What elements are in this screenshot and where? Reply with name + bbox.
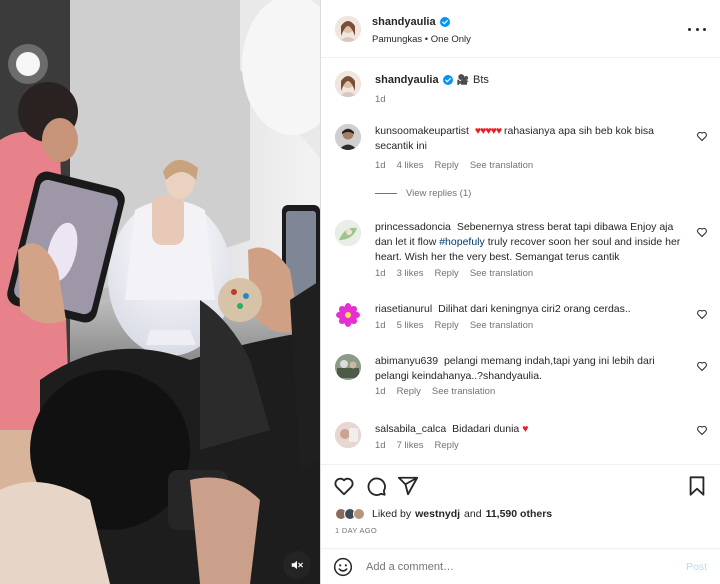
avatar[interactable] (335, 220, 361, 246)
caption-username[interactable]: shandyaulia (375, 74, 439, 86)
comment-meta: 1d 3 likes Reply See translation (375, 268, 533, 279)
comment-text: kunsoomakeupartist ♥♥♥♥♥ rahasianya apa … (375, 124, 687, 154)
caption-text: shandyaulia 🎥 Bts (375, 74, 489, 86)
comment-body: Dilihat dari keningnya ciri2 orang cerda… (438, 303, 631, 315)
heart-icon[interactable] (333, 475, 355, 497)
see-translation-link[interactable]: See translation (470, 268, 533, 279)
see-translation-link[interactable]: See translation (470, 160, 533, 171)
reply-button[interactable]: Reply (435, 160, 459, 171)
comment-username[interactable]: abimanyu639 (375, 355, 438, 367)
post-header: shandyaulia Pamungkas • One Only (321, 0, 720, 58)
more-options-icon[interactable] (688, 22, 706, 36)
view-replies-button[interactable]: View replies (1) (375, 188, 471, 199)
comment-likes[interactable]: 4 likes (397, 160, 424, 171)
comment-input[interactable] (366, 558, 666, 576)
camera-emoji-icon: 🎥 (456, 74, 470, 86)
reply-button[interactable]: Reply (435, 320, 459, 331)
avatar[interactable] (335, 124, 361, 150)
comment-meta: 1d 7 likes Reply (375, 440, 459, 451)
hearts-emoji: ♥♥♥♥♥ (474, 125, 502, 137)
audio-track[interactable]: Pamungkas • One Only (372, 34, 471, 45)
comment-likes[interactable]: 5 likes (397, 320, 424, 331)
post-actions: Liked by westnydj and 11,590 others 1 DA… (321, 464, 720, 584)
see-translation-link[interactable]: See translation (432, 386, 495, 397)
comment-time[interactable]: 1d (375, 160, 386, 171)
avatar[interactable] (335, 354, 361, 380)
comment-meta: 1d Reply See translation (375, 386, 495, 397)
comment-username[interactable]: riasetianurul (375, 303, 432, 315)
post-media[interactable] (0, 0, 321, 584)
caption-time[interactable]: 1d (375, 94, 386, 105)
comment-likes[interactable]: 3 likes (397, 268, 424, 279)
mute-button[interactable] (283, 551, 311, 579)
comment-time[interactable]: 1d (375, 386, 386, 397)
verified-badge-icon (442, 75, 453, 85)
heart-icon[interactable] (696, 424, 708, 436)
comment-text: riasetianurul Dilihat dari keningnya cir… (375, 302, 687, 317)
comment-meta: 1d 5 likes Reply See translation (375, 320, 533, 331)
comment-text: abimanyu639 pelangi memang indah,tapi ya… (375, 354, 687, 384)
heart-icon[interactable] (696, 130, 708, 142)
likes-prefix: Liked by (372, 508, 412, 520)
speaker-muted-icon (291, 560, 303, 570)
post-date[interactable]: 1 DAY AGO (335, 526, 377, 535)
view-replies-label[interactable]: View replies (1) (406, 188, 471, 199)
comment-time[interactable]: 1d (375, 268, 386, 279)
comment-time[interactable]: 1d (375, 440, 386, 451)
reply-button[interactable]: Reply (435, 268, 459, 279)
post-author-username[interactable]: shandyaulia (372, 16, 436, 28)
comment-form: Post (321, 548, 720, 584)
avatar[interactable] (335, 71, 361, 97)
likes-count[interactable]: 11,590 others (486, 508, 553, 520)
likes-summary: Liked by westnydj and 11,590 others (335, 508, 552, 520)
liker-avatars (335, 508, 365, 520)
heart-icon[interactable] (696, 308, 708, 320)
avatar (353, 508, 365, 520)
post-author[interactable]: shandyaulia (372, 16, 450, 28)
verified-badge-icon (439, 17, 450, 27)
comment-username[interactable]: princessadoncia (375, 221, 451, 233)
post-panel: shandyaulia Pamungkas • One Only shandya… (321, 0, 720, 584)
comment-username[interactable]: salsabila_calca (375, 423, 446, 435)
avatar[interactable] (335, 16, 361, 42)
smiley-icon[interactable] (333, 557, 353, 577)
comment-icon[interactable] (365, 475, 387, 497)
heart-icon[interactable] (696, 360, 708, 372)
heart-icon[interactable] (696, 226, 708, 238)
avatar[interactable] (335, 422, 361, 448)
likes-joiner: and (464, 508, 482, 520)
liker-username[interactable]: westnydj (415, 508, 460, 520)
heart-emoji: ♥ (522, 423, 528, 435)
see-translation-link[interactable]: See translation (470, 320, 533, 331)
bookmark-icon[interactable] (686, 475, 708, 497)
video-frame (0, 0, 321, 584)
avatar[interactable] (335, 302, 361, 328)
comment-time[interactable]: 1d (375, 320, 386, 331)
divider (375, 193, 397, 194)
comment-likes[interactable]: 7 likes (397, 440, 424, 451)
reply-button[interactable]: Reply (435, 440, 459, 451)
caption-body: Bts (473, 74, 489, 86)
comment-body: Bidadari dunia (452, 423, 520, 435)
comment-text: salsabila_calca Bidadari dunia ♥ (375, 422, 687, 437)
comment-meta: 1d 4 likes Reply See translation (375, 160, 533, 171)
comment-username[interactable]: kunsoomakeupartist (375, 125, 469, 137)
share-icon[interactable] (397, 475, 419, 497)
hashtag-link[interactable]: #hopefuly (439, 236, 485, 248)
reply-button[interactable]: Reply (397, 386, 421, 397)
post-comment-button[interactable]: Post (686, 561, 707, 573)
comment-text: princessadoncia Sebenernya stress berat … (375, 220, 687, 265)
